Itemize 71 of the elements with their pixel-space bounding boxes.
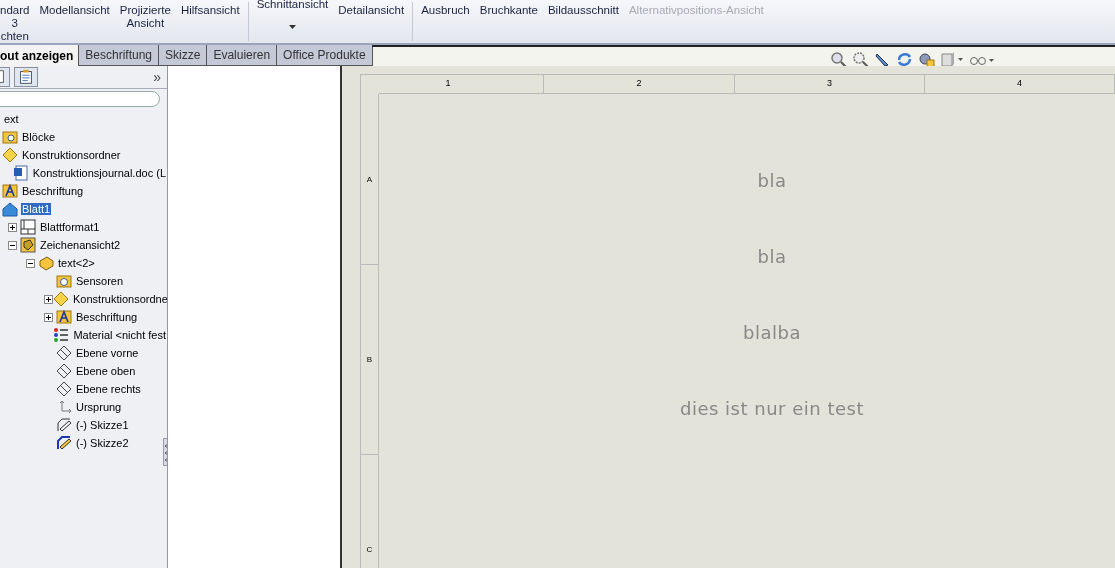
tree-item[interactable]: text<2> xyxy=(57,257,96,269)
annotation-icon xyxy=(56,309,72,325)
tree-item[interactable]: ext xyxy=(3,113,20,125)
tree-item[interactable]: (-) Skizze1 xyxy=(75,419,130,431)
tree-item[interactable]: Zeichenansicht2 xyxy=(39,239,122,251)
properties-tab-icon[interactable] xyxy=(14,67,38,87)
plane-icon xyxy=(56,363,72,379)
tree-item[interactable]: Ebene rechts xyxy=(75,383,142,395)
toolbar-button[interactable]: Ausbruch xyxy=(416,2,475,19)
expand-toggle-icon[interactable] xyxy=(44,312,53,322)
tree-item[interactable]: Blöcke xyxy=(21,131,57,143)
plane-icon xyxy=(56,345,72,361)
zone-label: A xyxy=(361,94,378,265)
cube-icon[interactable] xyxy=(940,51,964,68)
expand-toggle-icon[interactable] xyxy=(8,222,17,232)
view-icon xyxy=(20,237,36,253)
tree-item[interactable]: Konstruktionsordne xyxy=(72,293,167,305)
material-icon xyxy=(53,327,70,343)
tab[interactable]: Skizze xyxy=(158,45,208,66)
tab[interactable]: out anzeigen xyxy=(0,45,80,66)
zone-label: 2 xyxy=(544,75,735,93)
zoom-icon[interactable] xyxy=(830,51,847,68)
refresh-icon[interactable] xyxy=(896,51,913,68)
caret-icon xyxy=(289,25,296,29)
tree-item[interactable]: Beschriftung xyxy=(75,311,139,323)
format-icon xyxy=(20,219,36,235)
part-icon xyxy=(38,255,54,271)
tab[interactable]: Beschriftung xyxy=(78,45,160,66)
tree-item[interactable]: Blatt1 xyxy=(21,203,52,215)
folder-icon xyxy=(2,129,18,145)
toolbar-button[interactable]: Modellansicht xyxy=(34,2,115,19)
zone-label: C xyxy=(361,455,378,568)
tree-item[interactable]: Ebene vorne xyxy=(75,347,140,359)
search-field[interactable] xyxy=(0,91,160,107)
tab[interactable]: Evaluieren xyxy=(206,45,278,66)
toolbar-button[interactable]: Detailansicht xyxy=(333,2,410,19)
sketch-icon xyxy=(56,417,72,433)
toolbar-button[interactable]: Bildausschnitt xyxy=(542,2,624,19)
annotation-icon xyxy=(2,183,18,199)
sketch-active-icon xyxy=(56,435,72,451)
tree-item[interactable]: Ebene oben xyxy=(75,365,137,377)
zone-label: 3 xyxy=(735,75,925,93)
toolbar-button[interactable]: Hilfsansicht xyxy=(175,2,245,19)
collapse-toggle-icon[interactable] xyxy=(8,240,17,250)
diamond-icon xyxy=(53,291,69,307)
zone-label: 4 xyxy=(925,75,1115,93)
tree-item[interactable]: Blattformat1 xyxy=(39,221,101,233)
tree-item[interactable]: Sensoren xyxy=(75,275,125,287)
zone-label: B xyxy=(361,265,378,455)
toolbar-button[interactable]: Schnittansicht xyxy=(251,0,334,31)
toolbar-button[interactable]: Projizierte Ansicht xyxy=(114,2,176,32)
tree-item[interactable]: Konstruktionsordner xyxy=(21,149,122,161)
diamond-icon xyxy=(2,147,18,163)
collapse-toggle-icon[interactable] xyxy=(26,258,35,268)
more-button[interactable]: » xyxy=(153,69,161,85)
toolbar-button[interactable]: ndard 3 chten xyxy=(0,2,35,45)
tree-item[interactable]: (-) Skizze2 xyxy=(75,437,130,449)
tab[interactable]: Office Produkte xyxy=(276,45,373,66)
zone-label: 1 xyxy=(379,75,544,93)
expand-toggle-icon[interactable] xyxy=(44,294,53,304)
toolbar-button[interactable]: Bruchkante xyxy=(474,2,543,19)
pen-icon[interactable] xyxy=(874,51,891,68)
tree-item[interactable]: Konstruktionsjournal.doc (L xyxy=(31,167,167,179)
tree-item[interactable]: Material <nicht fest xyxy=(72,329,167,341)
plane-icon xyxy=(56,381,72,397)
tree-item[interactable]: Beschriftung xyxy=(21,185,85,197)
document-icon xyxy=(12,165,29,181)
zoom-area-icon[interactable] xyxy=(852,51,869,68)
tree-item[interactable]: Ursprung xyxy=(75,401,123,413)
sensor-icon xyxy=(56,273,72,289)
sheet-icon xyxy=(2,201,18,217)
